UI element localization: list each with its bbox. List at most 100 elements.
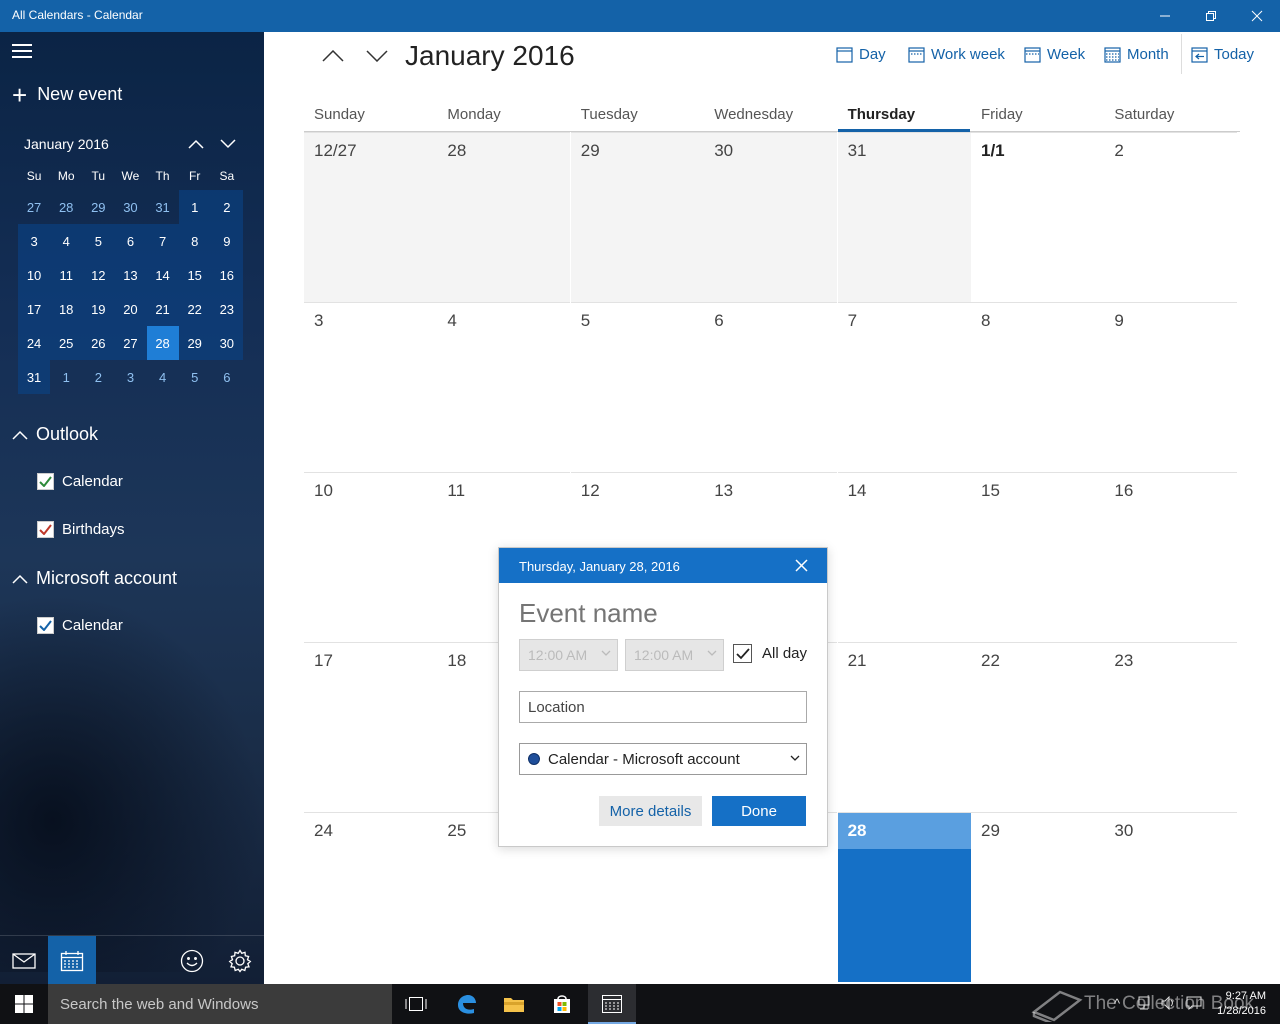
mini-calendar-day[interactable]: 6	[114, 224, 147, 258]
mini-calendar-day[interactable]: 30	[210, 326, 243, 360]
more-details-button[interactable]: More details	[599, 796, 702, 826]
calendar-day-cell[interactable]: 5	[570, 302, 704, 472]
mini-calendar-day[interactable]: 17	[18, 292, 51, 326]
mini-calendar-day[interactable]: 13	[114, 258, 147, 292]
calendar-day-cell[interactable]: 9	[1104, 302, 1238, 472]
task-view-button[interactable]	[392, 984, 440, 1024]
mini-calendar-day[interactable]: 31	[18, 360, 51, 394]
action-center-icon[interactable]	[1186, 996, 1202, 1013]
mini-calendar-day[interactable]: 28	[50, 190, 82, 224]
mini-calendar-day[interactable]: 24	[18, 326, 51, 360]
feedback-button[interactable]	[168, 936, 216, 984]
calendar-day-cell[interactable]: 1/1	[971, 132, 1104, 302]
new-event-button[interactable]: + New event	[12, 82, 122, 108]
mini-calendar-day[interactable]: 2	[210, 190, 243, 224]
mini-calendar-day[interactable]: 10	[18, 258, 51, 292]
mini-calendar-day[interactable]: 2	[82, 360, 114, 394]
mini-calendar-day[interactable]: 9	[210, 224, 243, 258]
checkbox-icon[interactable]	[37, 473, 54, 490]
mini-calendar-day[interactable]: 5	[179, 360, 211, 394]
calendar-day-cell[interactable]: 10	[304, 472, 437, 642]
checkbox-icon[interactable]	[37, 617, 54, 634]
mini-calendar-day[interactable]: 5	[82, 224, 115, 258]
mini-calendar-day[interactable]: 3	[114, 360, 146, 394]
mini-calendar-day[interactable]: 14	[146, 258, 179, 292]
mini-calendar-day[interactable]: 28	[146, 326, 179, 360]
calendar-day-cell[interactable]: 14	[837, 472, 971, 642]
mini-calendar-day[interactable]: 1	[178, 190, 211, 224]
popup-close-button[interactable]	[794, 558, 809, 573]
minimize-button[interactable]	[1142, 0, 1188, 32]
calendar-day-cell[interactable]: 15	[971, 472, 1104, 642]
calendar-day-cell[interactable]: 3	[304, 302, 437, 472]
calendar-day-cell[interactable]: 4	[437, 302, 571, 472]
mini-calendar-day[interactable]: 27	[114, 326, 147, 360]
mini-calendar-day[interactable]: 20	[114, 292, 147, 326]
start-time-select[interactable]: 12:00 AM	[519, 639, 618, 671]
mini-calendar-day[interactable]: 26	[82, 326, 115, 360]
file-explorer-button[interactable]	[490, 984, 538, 1024]
mini-calendar-day[interactable]: 4	[50, 224, 83, 258]
mail-button[interactable]	[0, 936, 48, 984]
calendar-day-cell[interactable]: 2	[1104, 132, 1238, 302]
calendar-button[interactable]	[48, 936, 96, 984]
calendar-day-cell[interactable]: 29	[570, 132, 704, 302]
calendar-day-cell[interactable]: 22	[971, 642, 1104, 812]
work-week-view-button[interactable]: Work week	[908, 44, 1005, 64]
show-hidden-icons-chevron-icon[interactable]: ^	[1114, 996, 1120, 1011]
checkbox-icon[interactable]	[37, 521, 54, 538]
calendar-day-cell-today[interactable]: 28	[837, 812, 971, 982]
birthdays-calendar-toggle[interactable]: Birthdays	[37, 521, 125, 538]
mini-calendar-day[interactable]: 11	[50, 258, 83, 292]
hamburger-menu-icon[interactable]	[12, 44, 34, 60]
close-button[interactable]	[1234, 0, 1280, 32]
calendar-day-cell[interactable]: 6	[704, 302, 838, 472]
mini-calendar-day[interactable]: 16	[210, 258, 243, 292]
day-view-button[interactable]: Day	[836, 44, 886, 64]
mini-calendar-day[interactable]: 4	[147, 360, 179, 394]
mini-calendar-day[interactable]: 21	[146, 292, 179, 326]
taskbar-search-box[interactable]: Search the web and Windows	[48, 984, 392, 1024]
previous-month-button[interactable]	[316, 44, 350, 68]
mini-calendar-day[interactable]: 30	[114, 190, 146, 224]
calendar-day-cell[interactable]: 30	[704, 132, 838, 302]
done-button[interactable]: Done	[712, 796, 806, 826]
calendar-day-cell[interactable]: 29	[971, 812, 1104, 982]
calendar-day-cell[interactable]: 21	[837, 642, 971, 812]
mini-calendar-day[interactable]: 6	[211, 360, 243, 394]
mini-calendar-day[interactable]: 19	[82, 292, 115, 326]
calendar-app-button[interactable]	[588, 984, 636, 1024]
today-button[interactable]: Today	[1191, 44, 1254, 64]
end-time-select[interactable]: 12:00 AM	[625, 639, 724, 671]
all-day-checkbox[interactable]	[733, 644, 752, 663]
outlook-calendar-toggle[interactable]: Calendar	[37, 473, 123, 490]
mini-calendar-day[interactable]: 27	[18, 190, 50, 224]
week-view-button[interactable]: Week	[1024, 44, 1085, 64]
microsoft-account-group-header[interactable]: Microsoft account	[12, 568, 177, 589]
mini-calendar-title[interactable]: January 2016	[24, 136, 109, 152]
mini-calendar-day[interactable]: 18	[50, 292, 83, 326]
location-input[interactable]: Location	[519, 691, 807, 723]
calendar-day-cell[interactable]: 23	[1104, 642, 1238, 812]
calendar-day-cell[interactable]: 17	[304, 642, 437, 812]
next-month-button[interactable]	[360, 44, 394, 68]
restore-button[interactable]	[1188, 0, 1234, 32]
mini-calendar-day[interactable]: 7	[146, 224, 179, 258]
volume-icon[interactable]	[1161, 995, 1177, 1013]
mini-calendar-day[interactable]: 15	[178, 258, 211, 292]
taskbar-clock[interactable]: 9:27 AM 1/28/2016	[1217, 989, 1266, 1019]
calendar-day-cell[interactable]: 28	[437, 132, 571, 302]
network-icon[interactable]	[1138, 996, 1154, 1013]
mini-calendar-day[interactable]: 29	[178, 326, 211, 360]
mini-calendar-day[interactable]: 8	[178, 224, 211, 258]
mini-calendar-prev-button[interactable]	[184, 134, 208, 154]
mini-calendar-day[interactable]: 12	[82, 258, 115, 292]
calendar-day-cell[interactable]: 24	[304, 812, 437, 982]
calendar-select[interactable]: Calendar - Microsoft account	[519, 743, 807, 775]
mini-calendar-day[interactable]: 3	[18, 224, 51, 258]
mini-calendar-day[interactable]: 29	[82, 190, 114, 224]
start-button[interactable]	[0, 984, 48, 1024]
calendar-day-cell[interactable]: 16	[1104, 472, 1238, 642]
calendar-day-cell[interactable]: 8	[971, 302, 1104, 472]
mini-calendar-day[interactable]: 23	[210, 292, 243, 326]
